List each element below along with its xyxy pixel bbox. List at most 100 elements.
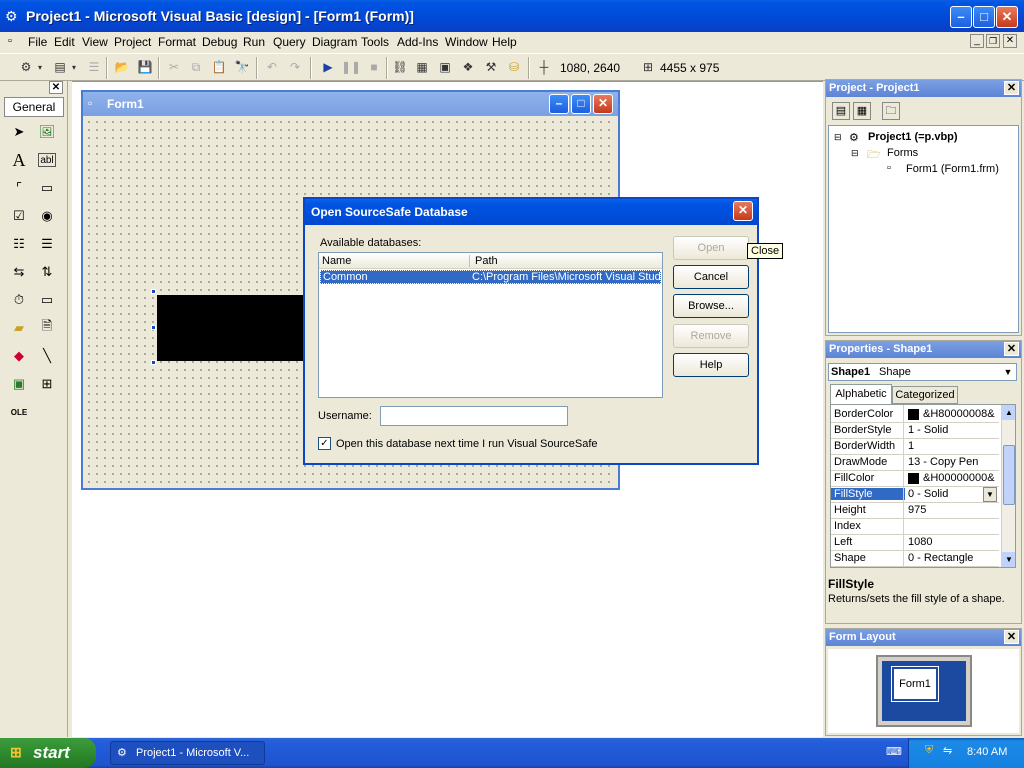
mdi-minimize-button[interactable]: _	[970, 34, 984, 48]
data-view-icon[interactable]: ⛁	[506, 59, 522, 75]
mdi-restore-button[interactable]: ❐	[986, 34, 1000, 48]
add-form-icon[interactable]: ▤	[52, 59, 68, 75]
list-item[interactable]: Common C:\Program Files\Microsoft Visual…	[320, 270, 662, 284]
property-row[interactable]: FillColor &H00000000&	[831, 471, 999, 487]
scroll-thumb[interactable]	[1003, 445, 1015, 505]
menu-debug[interactable]: Debug	[202, 35, 237, 49]
dirlistbox-icon[interactable]: ▰	[8, 317, 30, 339]
commandbutton-icon[interactable]: ▭	[36, 177, 58, 199]
form1-titlebar[interactable]: ▫ Form1 – □ ✕	[83, 92, 618, 116]
tab-alphabetic[interactable]: Alphabetic	[830, 384, 892, 404]
property-row[interactable]: BorderColor &H80000008&	[831, 407, 999, 423]
scroll-down-icon[interactable]: ▼	[1002, 552, 1015, 567]
collapse-icon[interactable]: ⊟	[851, 148, 859, 159]
dropdown-arrow-icon[interactable]: ▾	[70, 59, 78, 75]
menu-edit[interactable]: Edit	[54, 35, 75, 49]
object-combobox[interactable]: Shape1 Shape ▼	[828, 363, 1017, 381]
clock[interactable]: 8:40 AM	[967, 746, 1007, 758]
cut-icon[interactable]: ✂	[166, 59, 182, 75]
open-project-icon[interactable]: 📂	[114, 59, 130, 75]
property-row[interactable]: BorderStyle 1 - Solid	[831, 423, 999, 439]
open-button[interactable]: Open	[673, 236, 749, 260]
shape1[interactable]	[157, 295, 307, 361]
vscrollbar-icon[interactable]: ⇅	[36, 261, 58, 283]
toggle-folders-icon[interactable]: 🗀	[882, 102, 900, 120]
hscrollbar-icon[interactable]: ⇆	[8, 261, 30, 283]
filelistbox-icon[interactable]: 🗎	[36, 317, 58, 339]
dialog-close-button[interactable]: ✕	[733, 201, 753, 221]
copy-icon[interactable]: ⧉	[188, 59, 204, 75]
project-explorer-icon[interactable]: ⛓	[392, 59, 408, 75]
menu-help[interactable]: Help	[492, 35, 517, 49]
menu-project[interactable]: Project	[114, 35, 151, 49]
listbox-icon[interactable]: ☰	[36, 233, 58, 255]
dropdown-arrow-icon[interactable]: ▾	[36, 59, 44, 75]
save-icon[interactable]: 💾	[137, 59, 153, 75]
tree-forms-folder[interactable]: Forms	[887, 147, 918, 159]
property-row[interactable]: DrawMode 13 - Copy Pen	[831, 455, 999, 471]
menu-query[interactable]: Query	[273, 35, 306, 49]
properties-window-icon[interactable]: ▦	[414, 59, 430, 75]
browse-button[interactable]: Browse...	[673, 294, 749, 318]
main-titlebar[interactable]: ⚙ Project1 - Microsoft Visual Basic [des…	[0, 0, 1024, 32]
property-row[interactable]: BorderWidth 1	[831, 439, 999, 455]
form-layout-form1[interactable]: Form1	[891, 666, 939, 702]
minimize-button[interactable]: –	[950, 6, 972, 28]
toolbox-general-tab[interactable]: General	[4, 97, 64, 117]
label-icon[interactable]: A	[8, 149, 30, 171]
menu-file[interactable]: File	[28, 35, 47, 49]
object-browser-icon[interactable]: ❖	[460, 59, 476, 75]
menu-add-ins[interactable]: Add-Ins	[397, 35, 438, 49]
form1-maximize-button[interactable]: □	[571, 94, 591, 114]
view-code-icon[interactable]: ▤	[832, 102, 850, 120]
menu-run[interactable]: Run	[243, 35, 265, 49]
project-panel-close-button[interactable]: ✕	[1004, 81, 1019, 95]
remove-button[interactable]: Remove	[673, 324, 749, 348]
column-name-header[interactable]: Name	[322, 255, 470, 267]
dialog-titlebar[interactable]: Open SourceSafe Database ✕	[305, 199, 757, 225]
scroll-up-icon[interactable]: ▲	[1002, 405, 1015, 420]
shape-icon[interactable]: ◆	[8, 345, 30, 367]
form1-close-button[interactable]: ✕	[593, 94, 613, 114]
taskbar-task-vb[interactable]: ⚙ Project1 - Microsoft V...	[110, 741, 265, 765]
frame-icon[interactable]: ⌜	[8, 177, 30, 199]
menu-tools[interactable]: Tools	[361, 35, 389, 49]
form-layout-icon[interactable]: ▣	[437, 59, 453, 75]
property-row[interactable]: Left 1080	[831, 535, 999, 551]
property-row-selected[interactable]: FillStyle 0 - Solid ▼	[831, 487, 999, 503]
paste-icon[interactable]: 📋	[211, 59, 227, 75]
menu-window[interactable]: Window	[445, 35, 488, 49]
form-layout-close-button[interactable]: ✕	[1004, 630, 1019, 644]
column-path-header[interactable]: Path	[475, 255, 498, 267]
undo-icon[interactable]: ↶	[264, 59, 280, 75]
combobox-icon[interactable]: ☷	[8, 233, 30, 255]
keyboard-icon[interactable]: ⌨	[886, 745, 902, 758]
help-button[interactable]: Help	[673, 353, 749, 377]
network-icon[interactable]: ⇋	[943, 744, 952, 757]
mdi-close-button[interactable]: ✕	[1003, 34, 1017, 48]
properties-panel-close-button[interactable]: ✕	[1004, 342, 1019, 356]
line-icon[interactable]: ╲	[36, 345, 58, 367]
tab-categorized[interactable]: Categorized	[892, 386, 958, 404]
selection-handle[interactable]	[151, 289, 156, 294]
project-panel-titlebar[interactable]: Project - Project1 ✕	[826, 80, 1021, 97]
view-object-icon[interactable]: ▦	[853, 102, 871, 120]
timer-icon[interactable]: ⏱	[8, 289, 30, 311]
drivelistbox-icon[interactable]: ▭	[36, 289, 58, 311]
data-icon[interactable]: ⊞	[36, 373, 58, 395]
security-shield-icon[interactable]: ⛨	[925, 744, 933, 757]
optionbutton-icon[interactable]: ◉	[36, 205, 58, 227]
ole-icon[interactable]: OLE	[8, 401, 30, 423]
picturebox-icon[interactable]: 🖼	[36, 121, 58, 143]
collapse-icon[interactable]: ⊟	[834, 132, 842, 143]
open-next-time-label[interactable]: Open this database next time I run Visua…	[336, 438, 598, 450]
menu-diagram[interactable]: Diagram	[312, 35, 357, 49]
start-button[interactable]: ⊞ start	[0, 738, 96, 768]
checkbox-icon[interactable]: ☑	[8, 205, 30, 227]
username-input[interactable]	[380, 406, 568, 426]
tree-project-root[interactable]: Project1 (=p.vbp)	[868, 131, 958, 143]
menu-view[interactable]: View	[82, 35, 108, 49]
properties-scrollbar[interactable]: ▲ ▼	[1001, 405, 1015, 567]
break-icon[interactable]: ❚❚	[341, 59, 361, 75]
properties-panel-titlebar[interactable]: Properties - Shape1 ✕	[826, 341, 1021, 358]
